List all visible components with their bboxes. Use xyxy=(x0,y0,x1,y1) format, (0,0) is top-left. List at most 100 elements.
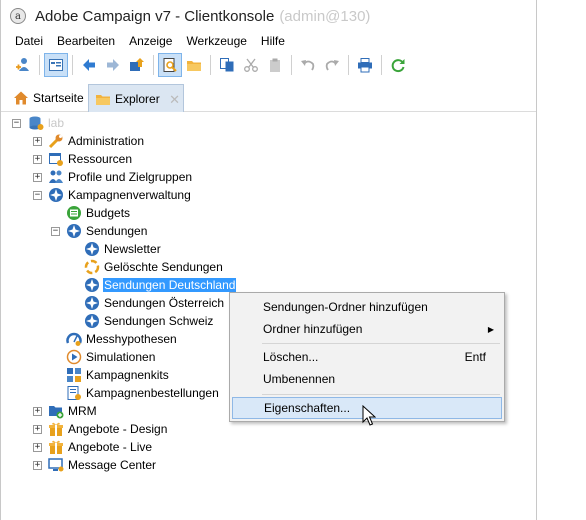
menu-bar: Datei Bearbeiten Anzeige Werkzeuge Hilfe xyxy=(1,32,536,50)
toolbar-separator xyxy=(210,55,211,75)
back-button[interactable] xyxy=(77,53,101,77)
offer-icon xyxy=(48,439,64,455)
tree-node-label: lab xyxy=(48,116,65,130)
expand-icon[interactable]: + xyxy=(33,407,42,416)
delivery-icon xyxy=(66,223,82,239)
paste-button[interactable] xyxy=(263,53,287,77)
tree-node-deliveries-switzerland[interactable]: Sendungen Schweiz xyxy=(84,312,214,330)
title-bar: a Adobe Campaign v7 - Clientkonsole (adm… xyxy=(1,0,536,32)
app-logo-icon: a xyxy=(10,8,26,24)
expand-icon[interactable]: + xyxy=(33,155,42,164)
copy-button[interactable] xyxy=(215,53,239,77)
mrm-folder-icon xyxy=(48,403,64,419)
tree-node-mrm[interactable]: MRM xyxy=(48,402,98,420)
tree-node-campaign-kits[interactable]: Kampagnenkits xyxy=(66,366,170,384)
campaign-icon xyxy=(48,187,64,203)
copy-icon xyxy=(220,58,234,72)
collapse-icon[interactable]: − xyxy=(12,119,21,128)
refresh-button[interactable] xyxy=(386,53,410,77)
menu-file[interactable]: Datei xyxy=(1,32,50,50)
tree-node-label: Ressourcen xyxy=(68,152,133,166)
tree-node-deliveries-austria[interactable]: Sendungen Österreich xyxy=(84,294,225,312)
resources-icon xyxy=(48,151,64,167)
tree-node-label: Message Center xyxy=(68,458,157,472)
tree-node-label: MRM xyxy=(68,404,97,418)
redo-icon xyxy=(325,60,339,71)
app-window: a Adobe Campaign v7 - Clientkonsole (adm… xyxy=(0,0,537,520)
go-up-button[interactable] xyxy=(125,53,149,77)
menu-item-add-folder[interactable]: Ordner hinzufügen ▶ xyxy=(232,318,502,340)
toolbar-separator xyxy=(153,55,154,75)
folder-up-icon xyxy=(130,58,144,71)
open-folder-button[interactable] xyxy=(182,53,206,77)
tree-node-deliveries-germany[interactable]: Sendungen Deutschland xyxy=(84,276,237,294)
delivery-icon xyxy=(84,313,100,329)
tab-home[interactable]: Startseite xyxy=(7,84,90,112)
menu-item-delete[interactable]: Löschen... Entf xyxy=(232,346,502,368)
expand-icon[interactable]: + xyxy=(33,137,42,146)
undo-button[interactable] xyxy=(296,53,320,77)
tree-node-label: Newsletter xyxy=(104,242,161,256)
cut-button[interactable] xyxy=(239,53,263,77)
kit-icon xyxy=(66,367,82,383)
tree-node-hypotheses[interactable]: Messhypothesen xyxy=(66,330,178,348)
redo-button[interactable] xyxy=(320,53,344,77)
menu-separator xyxy=(262,394,500,395)
scissors-icon xyxy=(244,58,258,72)
menu-item-rename[interactable]: Umbenennen xyxy=(232,368,502,390)
tree-node-label: Kampagnenverwaltung xyxy=(68,188,191,202)
toolbar-separator xyxy=(291,55,292,75)
expand-icon[interactable]: + xyxy=(33,461,42,470)
toolbar xyxy=(1,50,536,80)
menu-item-add-delivery-folder[interactable]: Sendungen-Ordner hinzufügen xyxy=(232,296,502,318)
folder-view-button[interactable] xyxy=(44,53,68,77)
close-icon[interactable]: ✕ xyxy=(169,92,180,108)
folder-icon xyxy=(187,61,201,71)
context-menu: Sendungen-Ordner hinzufügen Ordner hinzu… xyxy=(229,292,505,422)
tab-explorer[interactable]: Explorer ✕ xyxy=(88,84,184,112)
menu-edit[interactable]: Bearbeiten xyxy=(50,32,122,50)
tree-node-campaign-orders[interactable]: Kampagnenbestellungen xyxy=(66,384,220,402)
print-button[interactable] xyxy=(353,53,377,77)
tree-node-campaign-management[interactable]: Kampagnenverwaltung xyxy=(48,186,192,204)
menu-item-label: Eigenschaften... xyxy=(264,401,351,415)
menu-view[interactable]: Anzeige xyxy=(122,32,179,50)
tree-node-simulations[interactable]: Simulationen xyxy=(66,348,156,366)
tree-node-deleted-deliveries[interactable]: Gelöschte Sendungen xyxy=(84,258,224,276)
collapse-icon[interactable]: − xyxy=(51,227,60,236)
database-icon xyxy=(28,115,44,131)
tree-node-profiles[interactable]: Profile und Zielgruppen xyxy=(48,168,193,186)
tree-node-label: Messhypothesen xyxy=(86,332,177,346)
tree-node-administration[interactable]: Administration xyxy=(48,132,145,150)
menu-help[interactable]: Hilfe xyxy=(254,32,292,50)
order-icon xyxy=(66,385,82,401)
tree-node-label: Simulationen xyxy=(86,350,156,364)
search-button[interactable] xyxy=(158,53,182,77)
expand-icon[interactable]: + xyxy=(33,443,42,452)
tab-explorer-label: Explorer xyxy=(115,91,160,106)
menu-tools[interactable]: Werkzeuge xyxy=(179,32,253,50)
tree-node-root[interactable]: lab xyxy=(28,114,65,132)
window-title-user: (admin@130) xyxy=(279,7,371,25)
tree-node-budgets[interactable]: Budgets xyxy=(66,204,131,222)
tree-node-deliveries[interactable]: Sendungen xyxy=(66,222,148,240)
menu-item-shortcut: Entf xyxy=(464,350,486,364)
forward-button[interactable] xyxy=(101,53,125,77)
tree-node-offers-design[interactable]: Angebote - Design xyxy=(48,420,168,438)
tree-node-label: Angebote - Live xyxy=(68,440,153,454)
new-operator-button[interactable] xyxy=(11,53,35,77)
tree-node-message-center[interactable]: Message Center xyxy=(48,456,157,474)
tree-node-resources[interactable]: Ressourcen xyxy=(48,150,133,168)
arrow-left-icon xyxy=(83,59,95,71)
toolbar-separator xyxy=(381,55,382,75)
hypothesis-icon xyxy=(66,331,82,347)
expand-icon[interactable]: + xyxy=(33,425,42,434)
tree-node-offers-live[interactable]: Angebote - Live xyxy=(48,438,153,456)
offer-icon xyxy=(48,421,64,437)
tree-node-newsletter[interactable]: Newsletter xyxy=(84,240,162,258)
toolbar-separator xyxy=(348,55,349,75)
collapse-icon[interactable]: − xyxy=(33,191,42,200)
expand-icon[interactable]: + xyxy=(33,173,42,182)
submenu-arrow-icon: ▶ xyxy=(487,324,494,334)
tree-node-label: Kampagnenkits xyxy=(86,368,169,382)
